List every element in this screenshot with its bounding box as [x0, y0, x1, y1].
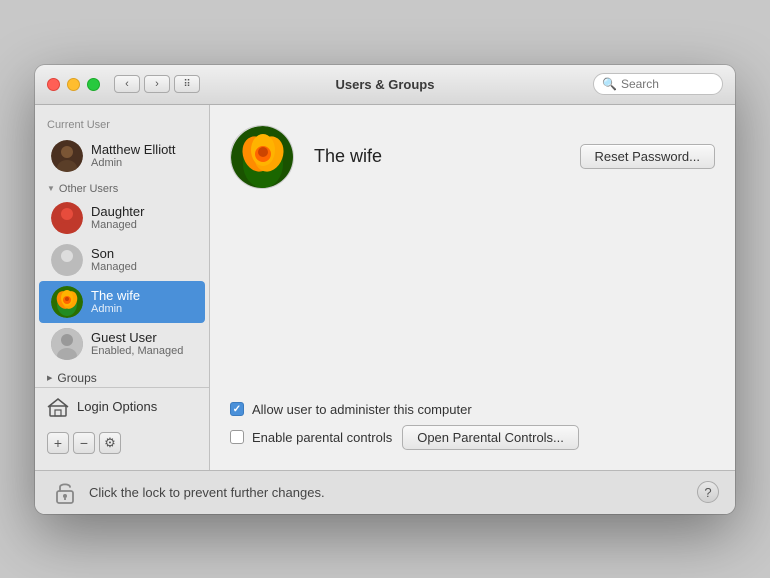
main-panel: The wife Reset Password... Allow user to… — [210, 105, 735, 470]
user-role-son: Managed — [91, 261, 137, 273]
user-item-son[interactable]: Son Managed — [39, 239, 205, 281]
other-users-label: ▼ Other Users — [35, 177, 209, 197]
search-box[interactable]: 🔍 — [593, 73, 723, 95]
back-button[interactable]: ‹ — [114, 75, 140, 93]
traffic-lights — [47, 78, 100, 91]
spacer — [230, 209, 715, 402]
parental-row: Enable parental controls Open Parental C… — [230, 425, 715, 450]
allow-admin-label: Allow user to administer this computer — [252, 402, 472, 417]
bottom-bar: Click the lock to prevent further change… — [35, 470, 735, 514]
user-item-wife[interactable]: The wife Admin — [39, 281, 205, 323]
expand-icon: ▼ — [47, 184, 55, 193]
avatar-son — [51, 244, 83, 276]
content: Current User Matthew Elliott Admin ▼ — [35, 105, 735, 470]
search-input[interactable] — [621, 77, 714, 91]
avatar-guest — [51, 328, 83, 360]
forward-button[interactable]: › — [144, 75, 170, 93]
current-user-label: Current User — [35, 115, 209, 135]
avatar-daughter — [51, 202, 83, 234]
grid-button[interactable]: ⠿ — [174, 75, 200, 93]
user-name-matthew: Matthew Elliott — [91, 142, 176, 158]
open-parental-button[interactable]: Open Parental Controls... — [402, 425, 579, 450]
user-info-daughter: Daughter Managed — [91, 204, 144, 232]
search-icon: 🔍 — [602, 77, 617, 91]
allow-admin-row: Allow user to administer this computer — [230, 402, 715, 417]
window: ‹ › ⠿ Users & Groups 🔍 Current User — [35, 65, 735, 514]
login-options[interactable]: Login Options — [35, 388, 209, 426]
lock-icon[interactable] — [51, 478, 79, 506]
user-item-matthew[interactable]: Matthew Elliott Admin — [39, 135, 205, 177]
avatar-matthew — [51, 140, 83, 172]
house-icon — [47, 396, 69, 418]
minimize-button[interactable] — [67, 78, 80, 91]
user-item-daughter[interactable]: Daughter Managed — [39, 197, 205, 239]
user-info-guest: Guest User Enabled, Managed — [91, 330, 183, 358]
login-options-label: Login Options — [77, 399, 157, 414]
user-name-son: Son — [91, 246, 137, 262]
main-avatar — [230, 125, 294, 189]
window-title: Users & Groups — [336, 77, 435, 92]
groups-expand-icon: ▶ — [47, 374, 52, 382]
parental-checkbox-row: Enable parental controls — [230, 430, 392, 445]
remove-user-button[interactable]: − — [73, 432, 95, 454]
add-user-button[interactable]: + — [47, 432, 69, 454]
action-buttons: + − ⚙ — [35, 426, 209, 460]
user-role-daughter: Managed — [91, 219, 144, 231]
groups-section[interactable]: ▶ Groups — [35, 365, 209, 387]
avatar-wife — [51, 286, 83, 318]
titlebar: ‹ › ⠿ Users & Groups 🔍 — [35, 65, 735, 105]
main-user-name: The wife — [314, 146, 580, 167]
user-name-wife: The wife — [91, 288, 140, 304]
user-info-son: Son Managed — [91, 246, 137, 274]
help-button[interactable]: ? — [697, 481, 719, 503]
sidebar-bottom: Login Options + − ⚙ — [35, 387, 209, 460]
user-role-wife: Admin — [91, 303, 140, 315]
enable-parental-label: Enable parental controls — [252, 430, 392, 445]
user-role-matthew: Admin — [91, 157, 176, 169]
user-role-guest: Enabled, Managed — [91, 345, 183, 357]
user-info-wife: The wife Admin — [91, 288, 140, 316]
lock-label: Click the lock to prevent further change… — [89, 485, 325, 500]
nav-buttons: ‹ › — [114, 75, 170, 93]
reset-password-button[interactable]: Reset Password... — [580, 144, 716, 169]
groups-label: Groups — [57, 371, 96, 385]
close-button[interactable] — [47, 78, 60, 91]
gear-button[interactable]: ⚙ — [99, 432, 121, 454]
allow-admin-checkbox[interactable] — [230, 402, 244, 416]
lock-svg — [51, 478, 79, 506]
other-users-text: Other Users — [59, 183, 118, 195]
sidebar: Current User Matthew Elliott Admin ▼ — [35, 105, 210, 470]
enable-parental-checkbox[interactable] — [230, 430, 244, 444]
user-name-daughter: Daughter — [91, 204, 144, 220]
user-header: The wife Reset Password... — [230, 125, 715, 189]
user-item-guest[interactable]: Guest User Enabled, Managed — [39, 323, 205, 365]
user-info-matthew: Matthew Elliott Admin — [91, 142, 176, 170]
user-name-guest: Guest User — [91, 330, 183, 346]
maximize-button[interactable] — [87, 78, 100, 91]
